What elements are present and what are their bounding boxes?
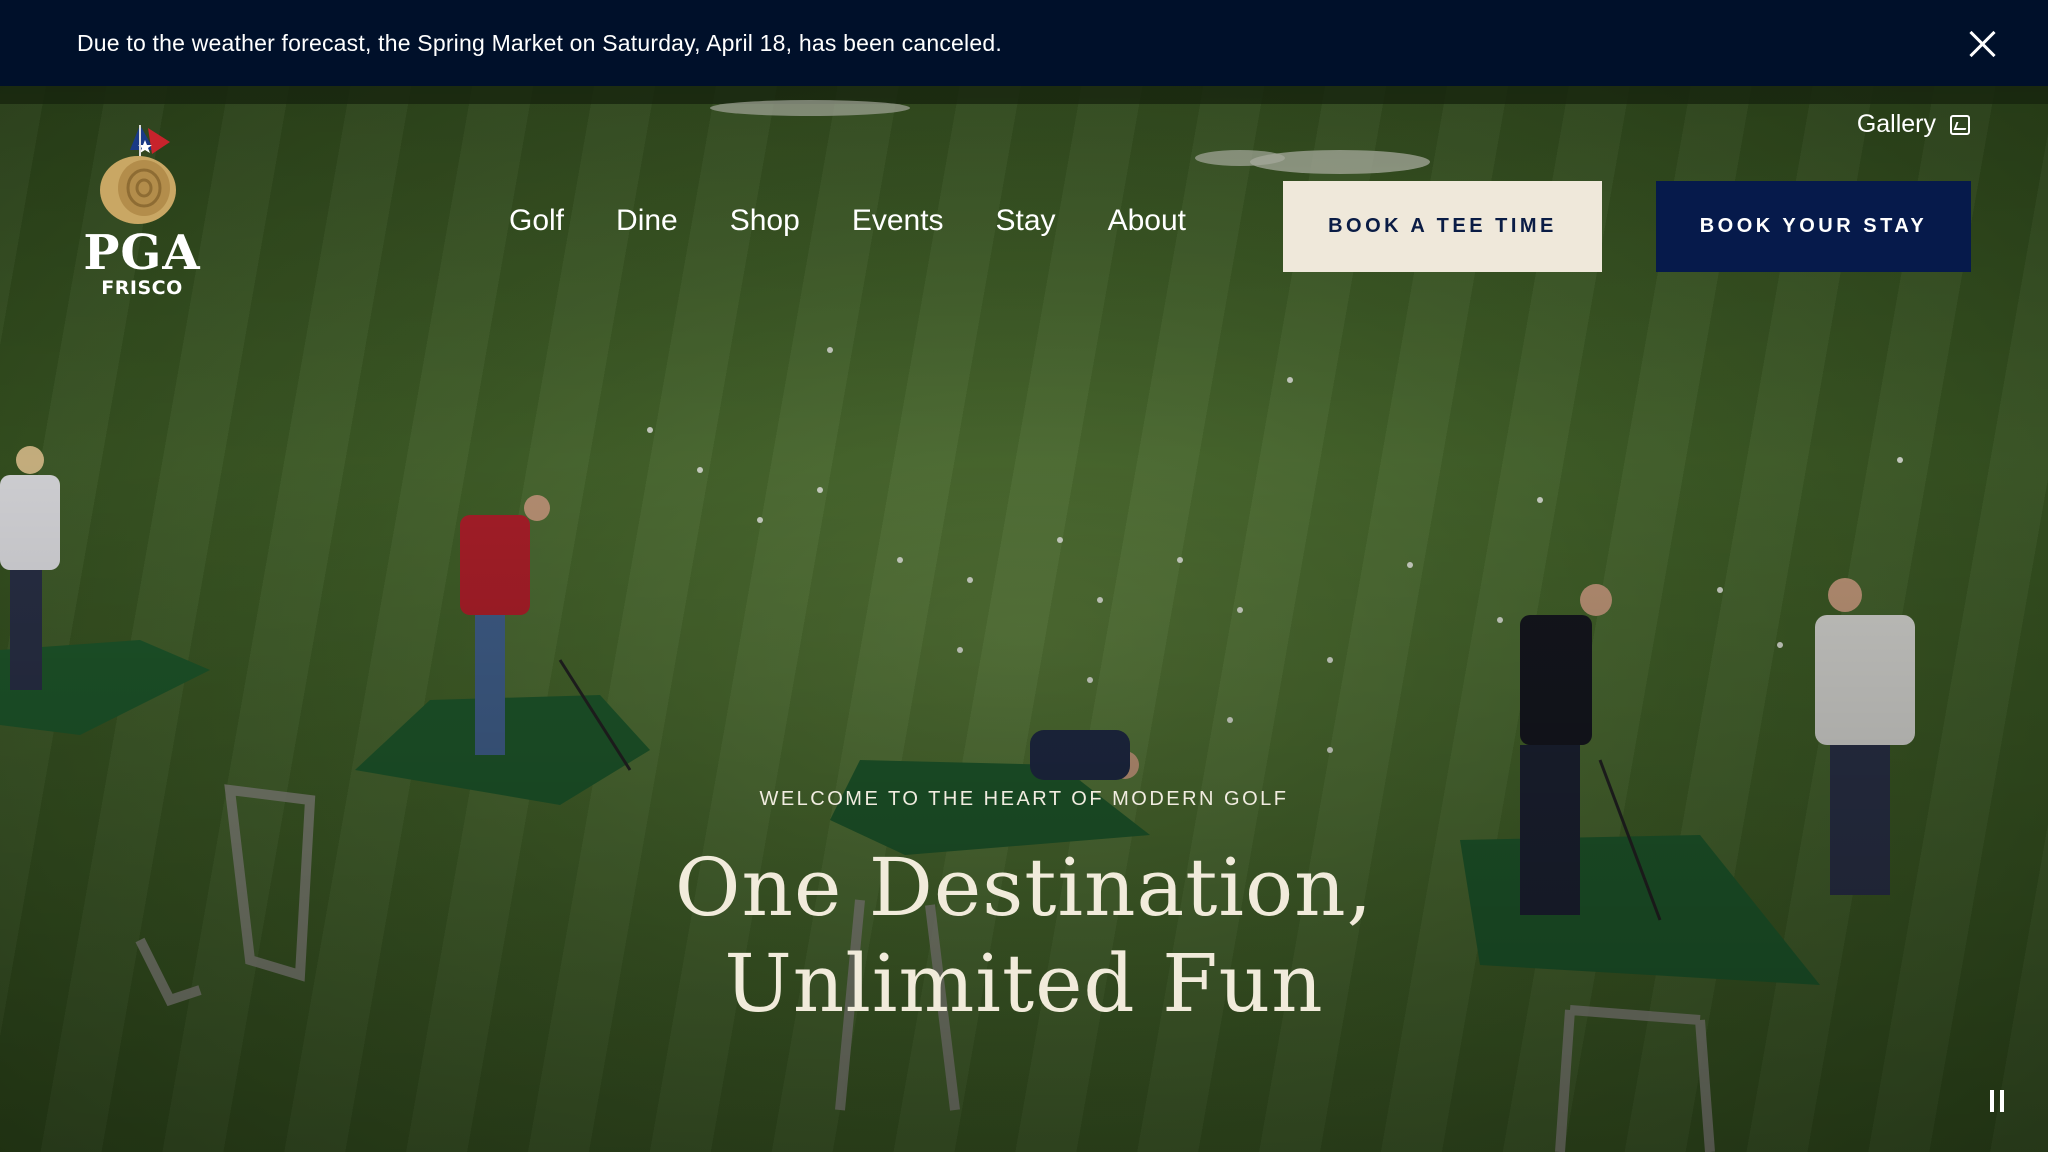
book-your-stay-button[interactable]: BOOK YOUR STAY — [1656, 181, 1971, 272]
nav-stay[interactable]: Stay — [996, 204, 1056, 238]
nav-shop[interactable]: Shop — [730, 204, 800, 238]
pause-icon[interactable] — [1988, 1090, 2008, 1112]
close-icon[interactable] — [1962, 23, 2002, 63]
gallery-link[interactable]: Gallery — [1857, 110, 1970, 139]
nav-events[interactable]: Events — [852, 204, 944, 238]
nav-golf[interactable]: Golf — [509, 204, 564, 238]
logo-wordmark: PGA — [83, 225, 201, 281]
nav-about[interactable]: About — [1108, 204, 1186, 238]
logo-subtitle: FRISCO — [101, 277, 183, 299]
gallery-label: Gallery — [1856, 110, 1936, 138]
book-tee-time-button[interactable]: BOOK A TEE TIME — [1283, 181, 1602, 272]
hero-headline-line-2: Unlimited Fun — [724, 937, 1324, 1030]
main-nav: Golf Dine Shop Events Stay About — [509, 204, 1186, 238]
alert-banner: Due to the weather forecast, the Spring … — [0, 0, 2048, 86]
hero-eyebrow: WELCOME TO THE HEART OF MODERN GOLF — [759, 788, 1289, 810]
alert-message: Due to the weather forecast, the Spring … — [77, 29, 1002, 56]
image-icon — [1950, 114, 1970, 135]
hero-headline-line-1: One Destination, — [674, 841, 1374, 934]
hero-headline: One Destination, Unlimited Fun — [0, 840, 2048, 1032]
nav-dine[interactable]: Dine — [616, 204, 678, 238]
